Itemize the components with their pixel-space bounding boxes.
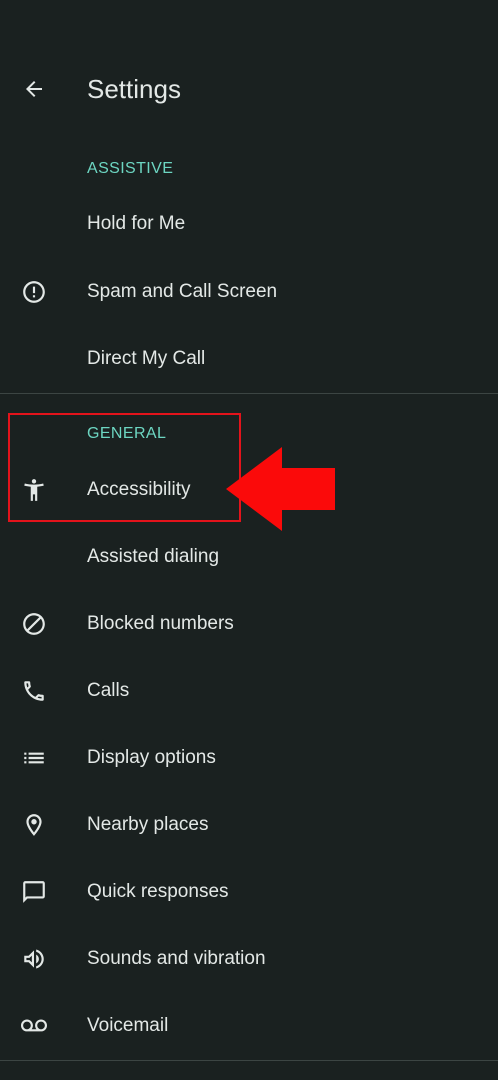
list-icon [20,744,48,772]
settings-item-sounds-and-vibration[interactable]: Sounds and vibration [0,931,498,987]
page-title: Settings [87,74,181,104]
bottom-divider [0,1060,498,1061]
annotation-highlight-box [8,413,241,522]
settings-item-voicemail[interactable]: Voicemail [0,998,498,1054]
red-arrow-left-icon [226,447,336,531]
settings-item-blocked-numbers[interactable]: Blocked numbers [0,596,498,652]
settings-item-hold-for-me[interactable]: Hold for Me [0,196,498,252]
block-icon [20,610,48,638]
settings-item-spam-and-call-screen[interactable]: Spam and Call Screen [0,264,498,320]
settings-item-nearby-places[interactable]: Nearby places [0,797,498,853]
back-button[interactable] [10,65,58,113]
settings-item-label: Blocked numbers [87,613,234,634]
settings-item-label: Assisted dialing [87,546,220,567]
settings-item-label: Spam and Call Screen [87,281,278,302]
voicemail-icon [20,1012,48,1040]
settings-item-label: Sounds and vibration [87,948,266,969]
settings-item-label: Voicemail [87,1015,169,1036]
location-pin-icon [20,811,48,839]
settings-item-label: Nearby places [87,814,209,835]
section-divider [0,393,498,394]
settings-item-calls[interactable]: Calls [0,663,498,719]
settings-item-label: Display options [87,747,216,768]
section-header-assistive: ASSISTIVE [87,160,174,177]
settings-item-quick-responses[interactable]: Quick responses [0,864,498,920]
settings-item-label: Hold for Me [87,213,186,234]
alert-circle-icon [20,278,48,306]
settings-item-label: Direct My Call [87,348,206,369]
settings-item-assisted-dialing[interactable]: Assisted dialing [0,529,498,585]
volume-icon [20,945,48,973]
settings-item-label: Calls [87,680,130,701]
settings-item-display-options[interactable]: Display options [0,730,498,786]
phone-icon [20,677,48,705]
settings-item-direct-my-call[interactable]: Direct My Call [0,331,498,387]
settings-item-label: Quick responses [87,881,229,902]
arrow-back-icon [22,77,46,101]
chat-bubble-icon [20,878,48,906]
app-bar: Settings [0,60,498,118]
